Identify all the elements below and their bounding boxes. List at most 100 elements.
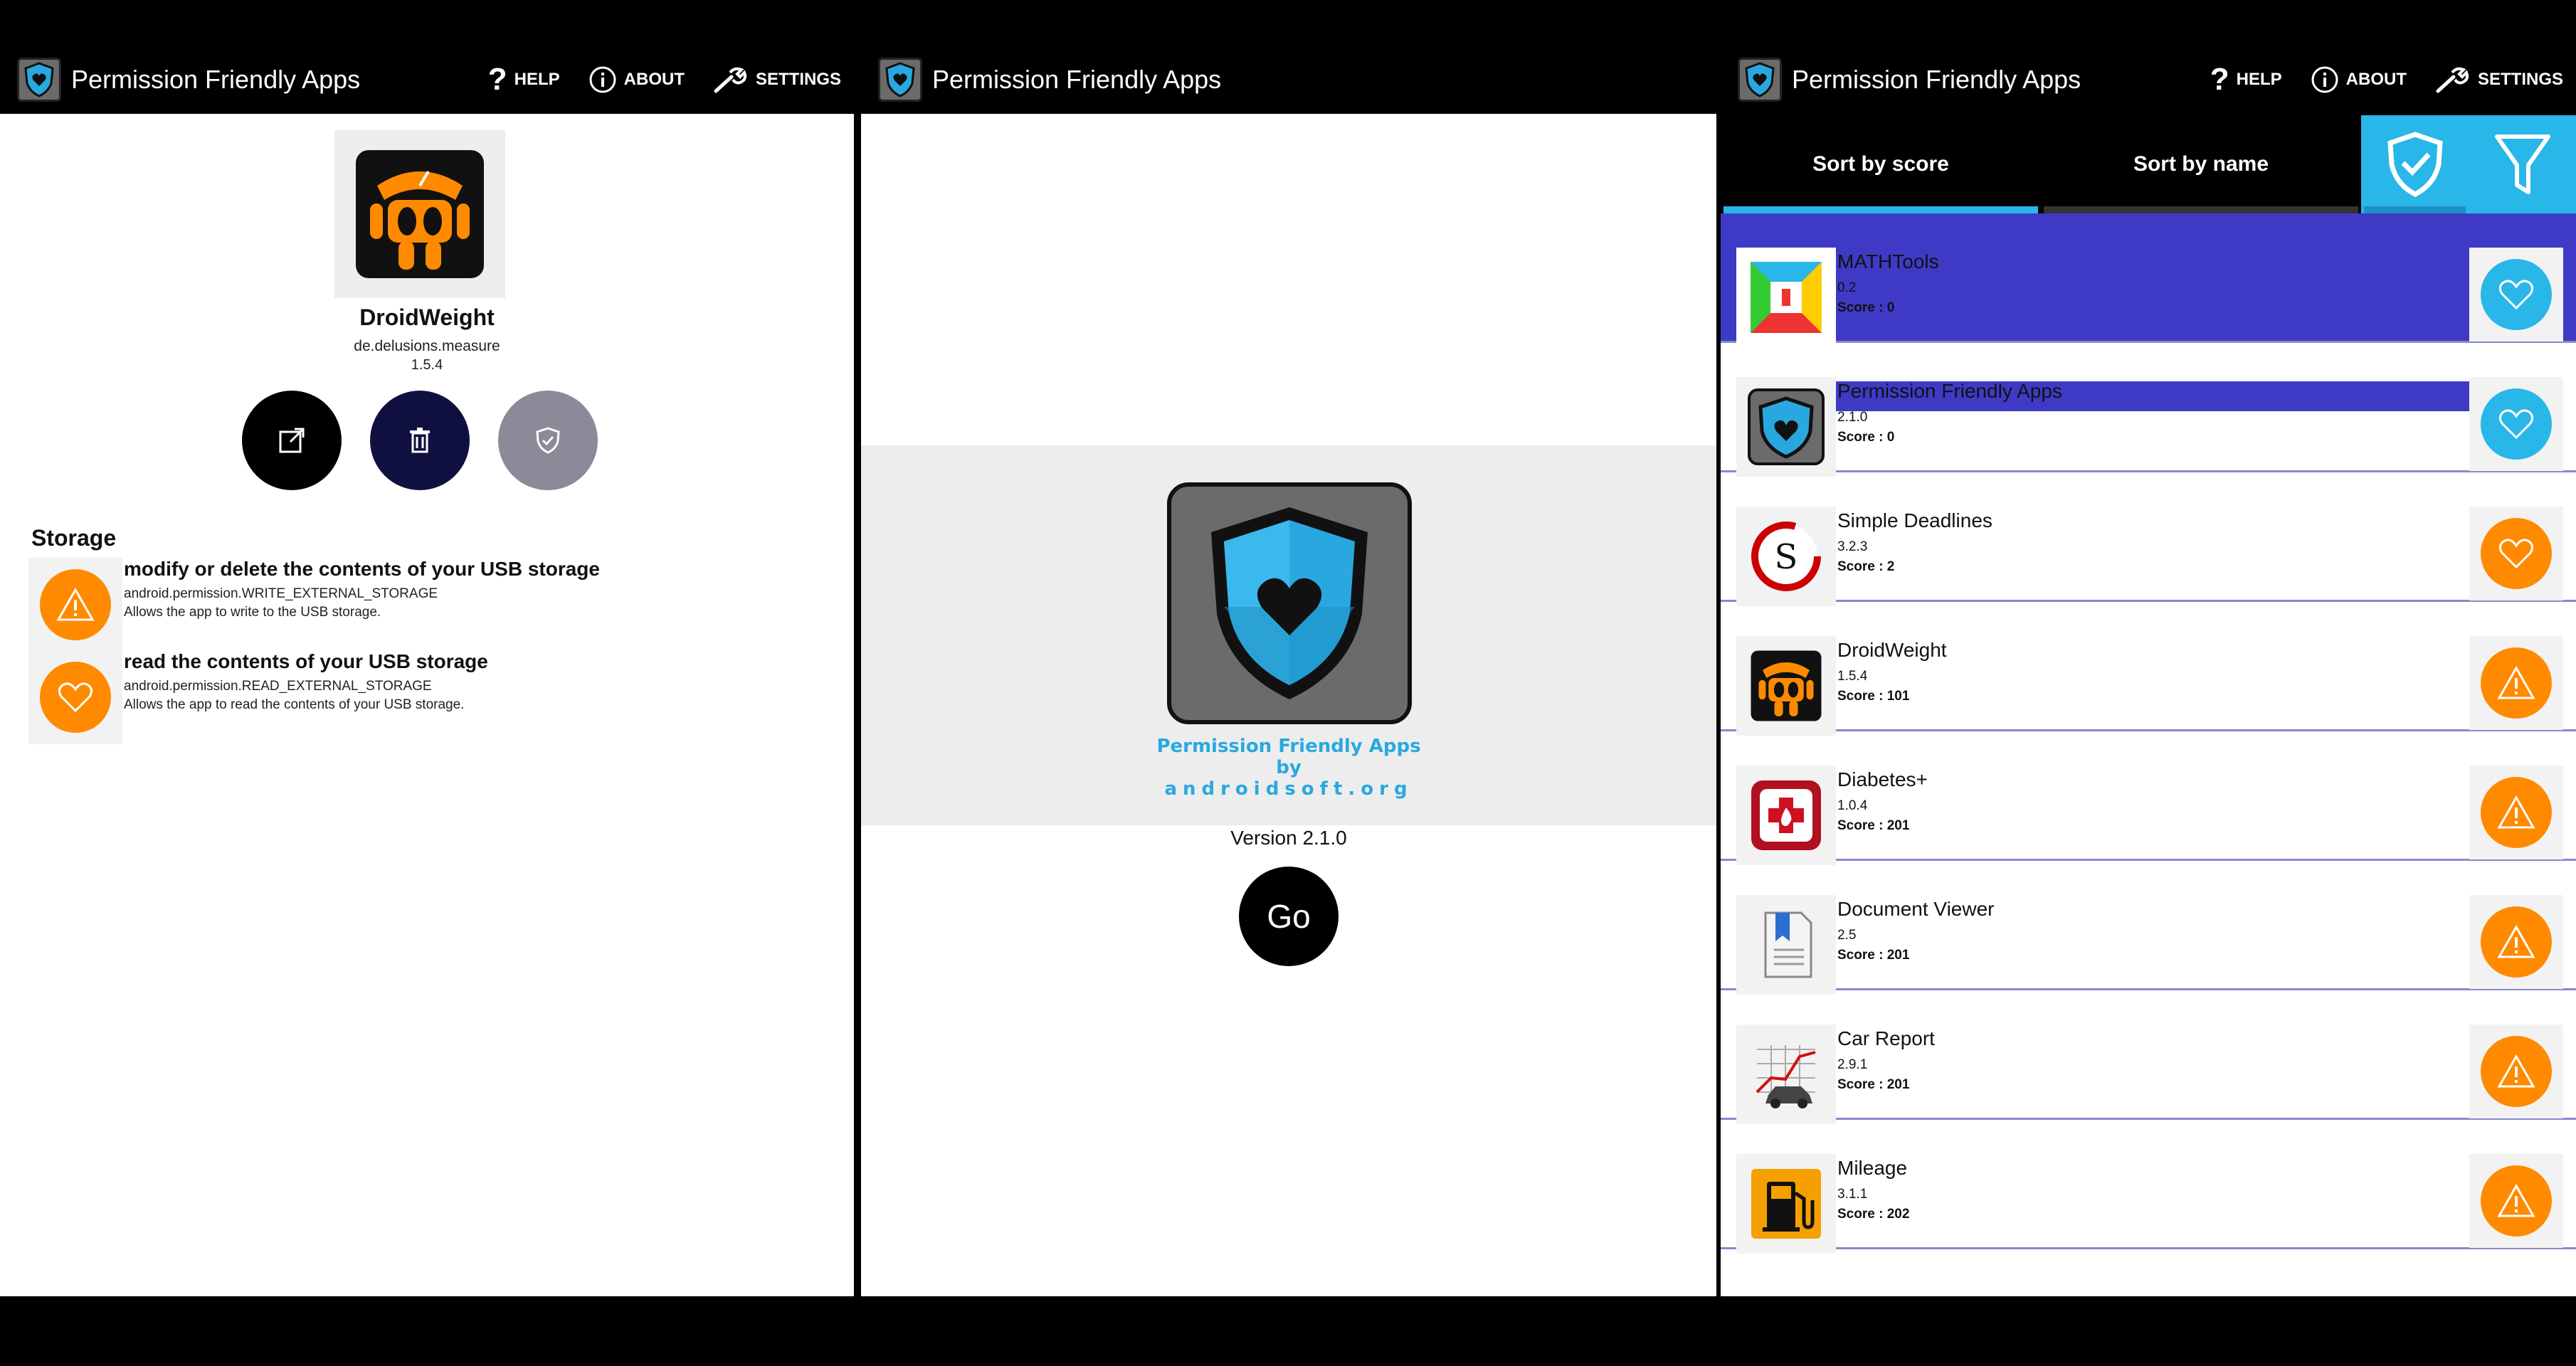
droidweight-app-icon [334,130,505,298]
status-box [2469,507,2563,600]
app-version: 3.1.1 [1837,1187,1868,1202]
permission-description: Allows the app to read the contents of y… [124,697,465,712]
splash-app-name: Permission Friendly Apps [1156,736,1421,757]
info-icon [2311,66,2338,93]
warning-icon [2497,795,2535,829]
app-detail-screen: Permission Friendly Apps ? HELP ABOUT SE… [0,0,854,1296]
app-name: Mileage [1837,1157,1908,1179]
app-version: 1.5.4 [411,357,443,373]
droidweight-app-icon [1736,636,1836,736]
warning-icon [2497,1183,2535,1217]
shield-icon[interactable] [1738,58,1782,102]
permission-item[interactable]: read the contents of your USB storage an… [28,650,825,744]
action-bar: Permission Friendly Apps [861,46,1716,114]
list-item[interactable]: Mileage 3.1.1 Score : 202 [1721,1120,2576,1254]
document-viewer-icon [1736,895,1836,995]
app-name: Car Report [1837,1027,1935,1049]
filter-button[interactable] [2469,115,2576,213]
app-list-screen: Permission Friendly Apps ? HELP ABOUT SE… [1721,0,2576,1296]
app-score: Score : 101 [1837,689,1910,704]
status-box [2469,1024,2563,1118]
app-title: Permission Friendly Apps [71,65,361,94]
splash-screen: Permission Friendly Apps Permission Frie… [861,0,1716,1296]
svg-text:S: S [1775,537,1798,577]
shield-icon[interactable] [17,58,61,102]
settings-button[interactable]: SETTINGS [713,65,841,94]
app-name: Document Viewer [1837,898,1995,920]
status-box [2469,636,2563,730]
help-icon: ? [2210,62,2229,97]
list-item[interactable]: DroidWeight 1.5.4 Score : 101 [1721,602,2576,736]
go-button[interactable]: Go [1239,867,1339,966]
simple-deadlines-icon: S [1736,507,1836,606]
list-item[interactable]: Car Report 2.9.1 Score : 201 [1721,990,2576,1124]
app-logo [1167,482,1412,724]
permission-friendly-apps-icon [1736,377,1836,477]
app-version: 0.2 [1837,280,1857,295]
app-score: Score : 2 [1837,559,1895,574]
app-name: Simple Deadlines [1837,509,1992,531]
shield-icon[interactable] [878,58,922,102]
warning-icon [56,587,95,621]
shield-check-icon [2387,132,2443,197]
list-item[interactable]: Document Viewer 2.5 Score : 201 [1721,861,2576,995]
app-version: 1.5.4 [1837,669,1868,684]
app-version: 2.5 [1837,928,1857,943]
status-box [2469,1154,2563,1248]
splash-by: by [1276,757,1302,778]
action-bar: Permission Friendly Apps ? HELP ABOUT SE… [1721,46,2576,114]
app-version: 2.9.1 [1837,1057,1868,1072]
section-title: Storage [31,525,117,551]
permission-icon-box [28,650,122,744]
heart-icon [58,682,93,713]
permission-title: modify or delete the contents of your US… [124,558,600,580]
tab-actions [2361,115,2576,213]
trash-icon [410,428,430,453]
app-title: Permission Friendly Apps [1792,65,2081,94]
mileage-icon [1736,1154,1836,1254]
tab-sort-by-score[interactable]: Sort by score [1721,115,2041,213]
app-title: Permission Friendly Apps [932,65,1222,94]
trust-button[interactable] [498,391,598,490]
app-score: Score : 201 [1837,948,1910,963]
status-box [2469,377,2563,471]
external-link-icon [279,428,305,453]
list-item[interactable]: MATHTools 0.2 Score : 0 [1721,213,2576,347]
warning-icon [2497,924,2535,958]
wrench-icon [714,67,747,93]
app-name: Permission Friendly Apps [1837,380,2062,402]
permission-item[interactable]: modify or delete the contents of your US… [28,558,825,652]
help-button[interactable]: ? HELP [2210,62,2282,97]
app-version: 2.1.0 [1837,410,1868,425]
open-app-button[interactable] [242,391,342,490]
warning-icon [2497,1054,2535,1088]
settings-button[interactable]: SETTINGS [2435,65,2563,94]
action-bar: Permission Friendly Apps ? HELP ABOUT SE… [0,46,854,114]
app-name: MATHTools [1837,250,1939,272]
list-item[interactable]: S Simple Deadlines 3.2.3 Score : 2 [1721,472,2576,606]
warning-icon [2497,665,2535,699]
permission-title: read the contents of your USB storage [124,650,488,672]
about-button[interactable]: ABOUT [2311,65,2407,94]
uninstall-button[interactable] [370,391,470,490]
about-button[interactable]: ABOUT [588,65,685,94]
version-label: Version 2.1.0 [1230,827,1347,849]
permission-name: android.permission.WRITE_EXTERNAL_STORAG… [124,586,438,601]
heart-icon [2498,539,2534,569]
app-score: Score : 201 [1837,1077,1910,1092]
tab-sort-by-name[interactable]: Sort by name [2041,115,2361,213]
help-button[interactable]: ? HELP [488,62,560,97]
app-score: Score : 0 [1837,300,1895,315]
shield-check-icon [536,427,560,454]
info-icon [589,66,616,93]
app-version: 3.2.3 [1837,539,1868,554]
status-box [2469,895,2563,989]
package-name: de.delusions.measure [354,338,500,354]
app-list[interactable]: MATHTools 0.2 Score : 0 Permission Frien… [1721,213,2576,1296]
status-box [2469,766,2563,859]
app-name: DroidWeight [1837,639,1947,661]
list-item[interactable]: Permission Friendly Apps 2.1.0 Score : 0 [1721,343,2576,477]
permission-icon-box [28,558,122,652]
list-item[interactable]: Diabetes+ 1.0.4 Score : 201 [1721,731,2576,865]
trusted-filter-button[interactable] [2361,115,2469,213]
